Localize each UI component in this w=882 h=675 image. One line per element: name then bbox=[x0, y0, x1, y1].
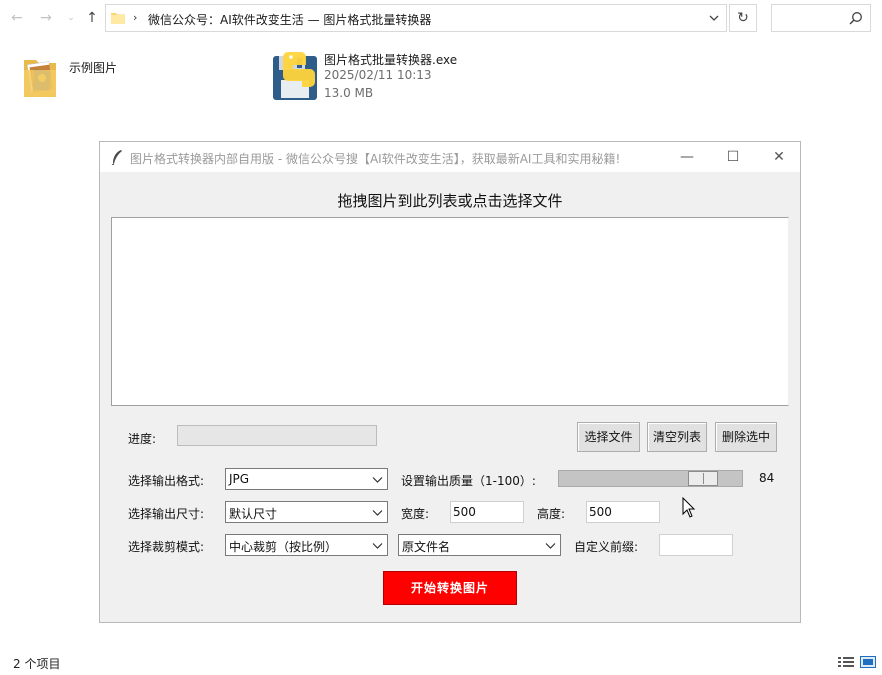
quality-label: 设置输出质量（1-100）: bbox=[401, 474, 536, 488]
feather-icon bbox=[111, 150, 122, 165]
refresh-button[interactable]: ↻ bbox=[729, 4, 757, 32]
quality-slider[interactable] bbox=[558, 470, 743, 487]
maximize-button[interactable]: ☐ bbox=[710, 142, 756, 172]
back-arrow-icon[interactable]: ← bbox=[9, 9, 25, 27]
chevron-down-icon[interactable] bbox=[708, 12, 720, 24]
crop-label: 选择裁剪模式: bbox=[128, 540, 205, 554]
quality-slider-thumb[interactable] bbox=[687, 471, 718, 486]
recent-chevron-icon[interactable]: ⌄ bbox=[63, 9, 79, 27]
format-select[interactable]: JPG bbox=[225, 468, 388, 490]
quality-value: 84 bbox=[759, 471, 775, 485]
crop-select-value: 中心裁剪（按比例） bbox=[229, 540, 338, 554]
chevron-down-icon bbox=[372, 510, 383, 516]
width-input[interactable]: 500 bbox=[450, 501, 524, 523]
address-bar[interactable]: › 微信公众号：AI软件改变生活 — 图片格式批量转换器 bbox=[105, 4, 727, 32]
python-exe-icon bbox=[273, 52, 317, 100]
close-button[interactable]: ✕ bbox=[756, 142, 802, 172]
width-label: 宽度: bbox=[401, 507, 430, 521]
large-icons-view-icon[interactable] bbox=[860, 656, 876, 668]
mouse-cursor-icon bbox=[682, 497, 696, 518]
chevron-down-icon bbox=[372, 477, 383, 483]
search-icon bbox=[849, 12, 862, 25]
window-titlebar[interactable]: 图片格式转换器内部自用版 - 微信公众号搜【AI软件改变生活】，获取最新AI工具… bbox=[100, 142, 800, 172]
format-select-value: JPG bbox=[229, 472, 250, 486]
folder-name[interactable]: 示例图片 bbox=[69, 59, 117, 76]
address-path: 微信公众号：AI软件改变生活 — 图片格式批量转换器 bbox=[148, 13, 432, 27]
size-select-value: 默认尺寸 bbox=[229, 507, 278, 521]
prefix-input[interactable] bbox=[659, 534, 733, 556]
image-folder-icon bbox=[24, 60, 56, 97]
folder-icon bbox=[111, 13, 125, 24]
naming-select-value: 原文件名 bbox=[402, 540, 451, 554]
exe-file-name[interactable]: 图片格式批量转换器.exe bbox=[324, 51, 457, 68]
file-item-converter-exe[interactable] bbox=[271, 50, 319, 102]
start-convert-button[interactable]: 开始转换图片 bbox=[383, 571, 517, 605]
breadcrumb-chevron-icon: › bbox=[133, 11, 138, 24]
delete-selected-button[interactable]: 删除选中 bbox=[715, 422, 777, 452]
clear-list-button[interactable]: 清空列表 bbox=[647, 422, 707, 452]
crop-select[interactable]: 中心裁剪（按比例） bbox=[225, 534, 388, 556]
folder-item-example-images[interactable] bbox=[22, 54, 58, 100]
details-view-icon[interactable] bbox=[838, 656, 854, 668]
format-label: 选择输出格式: bbox=[128, 474, 205, 488]
forward-arrow-icon[interactable]: → bbox=[38, 9, 54, 27]
chevron-down-icon bbox=[372, 543, 383, 549]
window-title: 图片格式转换器内部自用版 - 微信公众号搜【AI软件改变生活】，获取最新AI工具… bbox=[130, 152, 621, 166]
exe-file-size: 13.0 MB bbox=[324, 86, 374, 100]
chevron-down-icon bbox=[545, 543, 556, 549]
close-icon: ✕ bbox=[773, 149, 785, 165]
drop-prompt: 拖拽图片到此列表或点击选择文件 bbox=[337, 192, 563, 210]
search-input[interactable] bbox=[771, 4, 871, 32]
up-arrow-icon[interactable]: ↑ bbox=[84, 9, 100, 27]
minimize-icon: — bbox=[680, 149, 694, 165]
converter-window: 图片格式转换器内部自用版 - 微信公众号搜【AI软件改变生活】，获取最新AI工具… bbox=[99, 141, 801, 623]
select-files-button[interactable]: 选择文件 bbox=[577, 422, 640, 452]
prefix-label: 自定义前缀: bbox=[574, 540, 639, 554]
size-label: 选择输出尺寸: bbox=[128, 507, 205, 521]
height-input[interactable]: 500 bbox=[586, 501, 660, 523]
height-label: 高度: bbox=[537, 507, 566, 521]
maximize-icon: ☐ bbox=[726, 149, 740, 165]
naming-select[interactable]: 原文件名 bbox=[398, 534, 561, 556]
exe-file-date: 2025/02/11 10:13 bbox=[324, 68, 432, 82]
progress-bar bbox=[177, 425, 377, 446]
refresh-icon: ↻ bbox=[737, 10, 749, 26]
item-count: 2 个项目 bbox=[13, 657, 61, 671]
progress-label: 进度: bbox=[128, 432, 157, 446]
minimize-button[interactable]: — bbox=[664, 142, 710, 172]
size-select[interactable]: 默认尺寸 bbox=[225, 501, 388, 523]
file-listbox[interactable] bbox=[111, 217, 789, 406]
